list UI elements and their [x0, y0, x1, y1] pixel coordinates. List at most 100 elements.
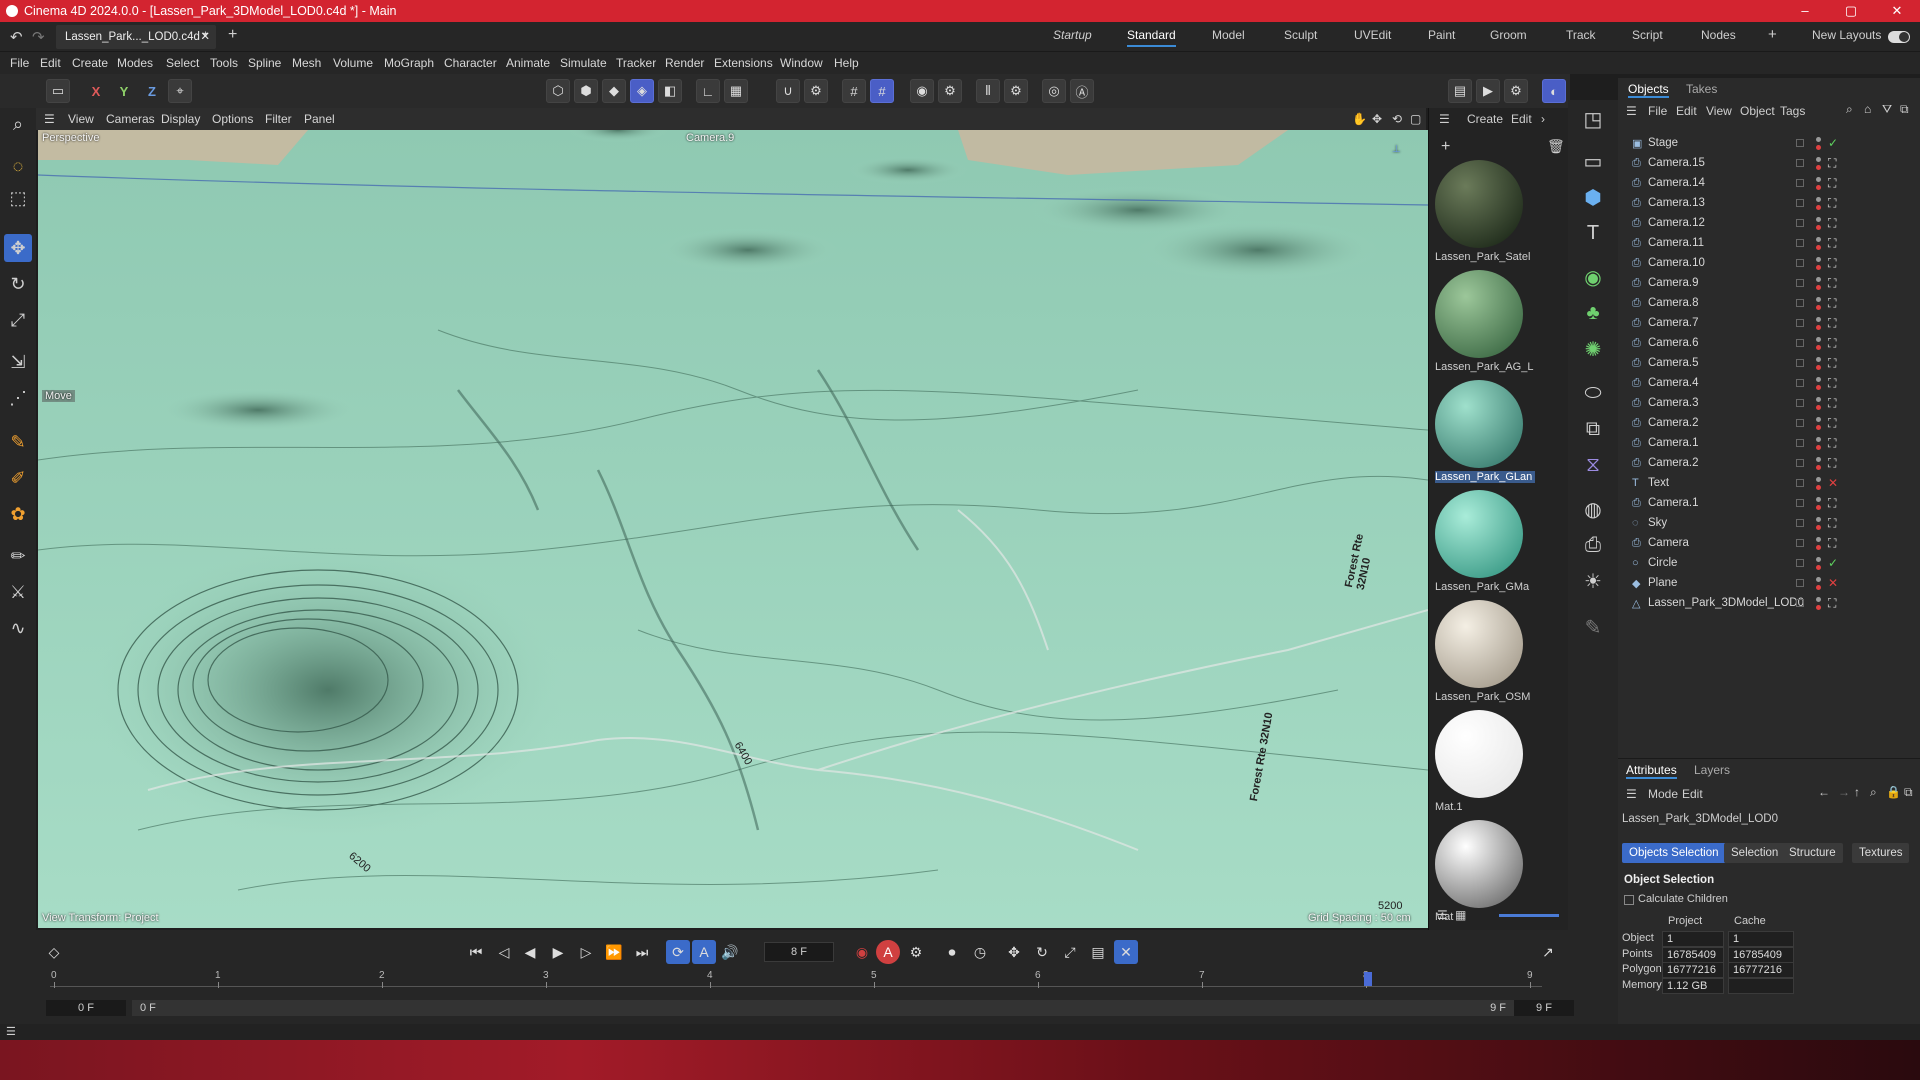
editor-visibility-dot[interactable] — [1816, 357, 1821, 362]
autokey-mode-icon[interactable]: A — [692, 940, 716, 964]
material-item[interactable]: Lassen_Park_AG_L — [1435, 270, 1533, 373]
start-frame-field[interactable]: 0 F — [46, 1000, 126, 1016]
menu-select[interactable]: Select — [166, 56, 199, 70]
3d-viewport[interactable]: Perspective Camera.9 Move Forest Rte 32N… — [38, 130, 1428, 928]
snap-settings-icon[interactable]: ⚙ — [804, 79, 828, 103]
layer-tag[interactable] — [1796, 559, 1804, 567]
play-icon[interactable]: ▶ — [546, 940, 570, 964]
object-row[interactable]: ⎙ Camera.12 ⛶ — [1618, 214, 1920, 234]
render-visibility-dot[interactable] — [1816, 405, 1821, 410]
camera-tag-icon[interactable]: ⛶ — [1828, 216, 1836, 231]
scale-key-icon[interactable]: ⤢ — [1058, 940, 1082, 964]
object-row[interactable]: ⎙ Camera.3 ⛶ — [1618, 394, 1920, 414]
editor-visibility-dot[interactable] — [1816, 517, 1821, 522]
enabled-check-icon[interactable]: ✓ — [1828, 136, 1838, 150]
param-key-icon[interactable]: ▤ — [1086, 940, 1110, 964]
objects-menu-object[interactable]: Object — [1740, 104, 1775, 118]
object-row[interactable]: ○ Circle ✓ — [1618, 554, 1920, 574]
objects-menu-edit[interactable]: Edit — [1676, 104, 1697, 118]
render-visibility-dot[interactable] — [1816, 485, 1821, 490]
minimize-button[interactable]: – — [1782, 0, 1828, 22]
timeline-graph-icon[interactable]: ↗ — [1536, 940, 1560, 964]
layer-tag[interactable] — [1796, 599, 1804, 607]
material-hamburger-icon[interactable]: ☰ — [1439, 112, 1450, 126]
document-tab[interactable]: Lassen_Park..._LOD0.c4d * ✕ — [56, 25, 216, 49]
keyframe-icon[interactable]: ◇ — [42, 940, 66, 964]
menu-edit[interactable]: Edit — [40, 56, 61, 70]
material-item[interactable]: Lassen_Park_GMa — [1435, 490, 1529, 593]
material-item[interactable]: Lassen_Park_OSM — [1435, 600, 1530, 703]
editor-visibility-dot[interactable] — [1816, 257, 1821, 262]
chevron-right-icon[interactable]: › — [1541, 112, 1545, 126]
layout-tab-script[interactable]: Script — [1632, 28, 1663, 42]
object-row[interactable]: ◌ Sky ⛶ — [1618, 514, 1920, 534]
object-row[interactable]: ⎙ Camera.6 ⛶ — [1618, 334, 1920, 354]
calculate-children-checkbox[interactable] — [1624, 895, 1634, 905]
editor-visibility-dot[interactable] — [1816, 557, 1821, 562]
close-tab-icon[interactable]: ✕ — [200, 25, 210, 49]
thumbnail-size-slider[interactable] — [1499, 914, 1559, 917]
render-visibility-dot[interactable] — [1816, 565, 1821, 570]
render-visibility-dot[interactable] — [1816, 585, 1821, 590]
sound-icon[interactable]: 🔊 — [718, 940, 742, 964]
camera-tag-icon[interactable]: ⛶ — [1828, 436, 1836, 451]
camera-tag-icon[interactable]: ⛶ — [1828, 376, 1836, 391]
editor-visibility-dot[interactable] — [1816, 437, 1821, 442]
rotate-tool-icon[interactable]: ↻ — [4, 270, 32, 298]
editor-visibility-dot[interactable] — [1816, 417, 1821, 422]
new-tab-button[interactable]: + — [228, 26, 237, 44]
editor-visibility-dot[interactable] — [1816, 377, 1821, 382]
interpolation-icon[interactable]: ◷ — [968, 940, 992, 964]
menu-render[interactable]: Render — [665, 56, 704, 70]
layout-tab-standard[interactable]: Standard — [1127, 28, 1176, 47]
deformer-icon[interactable]: ⬭ — [1578, 378, 1608, 408]
camera-tag-icon[interactable]: ⛶ — [1828, 336, 1836, 351]
layer-tag[interactable] — [1796, 139, 1804, 147]
render-visibility-dot[interactable] — [1816, 245, 1821, 250]
object-row[interactable]: ⎙ Camera.2 ⛶ — [1618, 454, 1920, 474]
objects-menu-view[interactable]: View — [1706, 104, 1732, 118]
viewport-menu-filter[interactable]: Filter — [265, 112, 292, 126]
next-frame-icon[interactable]: ▷ — [574, 940, 598, 964]
layer-tag[interactable] — [1796, 359, 1804, 367]
rectangle-spline-icon[interactable]: ▭ — [1578, 146, 1608, 176]
camera-tag-icon[interactable]: ⛶ — [1828, 596, 1836, 611]
layer-tag[interactable] — [1796, 159, 1804, 167]
next-key-icon[interactable]: ⏩ — [602, 940, 626, 964]
object-row[interactable]: ⎙ Camera.8 ⛶ — [1618, 294, 1920, 314]
axis-mode-icon[interactable]: ∟ — [696, 79, 720, 103]
layer-tag[interactable] — [1796, 459, 1804, 467]
layer-tag[interactable] — [1796, 219, 1804, 227]
render-visibility-dot[interactable] — [1816, 505, 1821, 510]
render-visibility-dot[interactable] — [1816, 465, 1821, 470]
layout-tab-startup[interactable]: Startup — [1053, 28, 1092, 42]
object-row[interactable]: △ Lassen_Park_3DModel_LOD0 ⛶ — [1618, 594, 1920, 614]
material-item[interactable]: Mat.1 — [1435, 710, 1525, 813]
object-row[interactable]: ⎙ Camera.1 ⛶ — [1618, 494, 1920, 514]
rotation-key-icon[interactable]: ↻ — [1030, 940, 1054, 964]
menu-animate[interactable]: Animate — [506, 56, 550, 70]
viewport-hamburger-icon[interactable]: ☰ — [44, 112, 55, 126]
camera-tag-icon[interactable]: ⛶ — [1828, 496, 1836, 511]
go-to-start-icon[interactable]: ⏮ — [464, 940, 488, 964]
camera-tag-icon[interactable]: ⛶ — [1828, 396, 1836, 411]
camera-tag-icon[interactable]: ⛶ — [1828, 156, 1836, 171]
tab-layers[interactable]: Layers — [1694, 763, 1730, 777]
object-row[interactable]: ⎙ Camera.4 ⛶ — [1618, 374, 1920, 394]
camera-tag-icon[interactable]: ⛶ — [1828, 256, 1836, 271]
loop-icon[interactable]: ⟳ — [666, 940, 690, 964]
brush-tool-icon[interactable]: ✏ — [4, 542, 32, 570]
menu-help[interactable]: Help — [834, 56, 859, 70]
editor-visibility-dot[interactable] — [1816, 497, 1821, 502]
render-visibility-dot[interactable] — [1816, 185, 1821, 190]
disabled-x-icon[interactable]: ✕ — [1828, 476, 1838, 490]
previous-key-icon[interactable]: ◁ — [492, 940, 516, 964]
new-layouts-toggle[interactable] — [1888, 31, 1910, 43]
scale-tool-icon[interactable]: ⤢ — [4, 306, 32, 334]
editor-visibility-dot[interactable] — [1816, 197, 1821, 202]
layer-tag[interactable] — [1796, 439, 1804, 447]
menu-extensions[interactable]: Extensions — [714, 56, 773, 70]
frame-range-slider[interactable]: 0 F 9 F — [132, 1000, 1516, 1016]
effector-icon[interactable]: ⧉ — [1578, 414, 1608, 444]
autokey-icon[interactable]: A — [876, 940, 900, 964]
